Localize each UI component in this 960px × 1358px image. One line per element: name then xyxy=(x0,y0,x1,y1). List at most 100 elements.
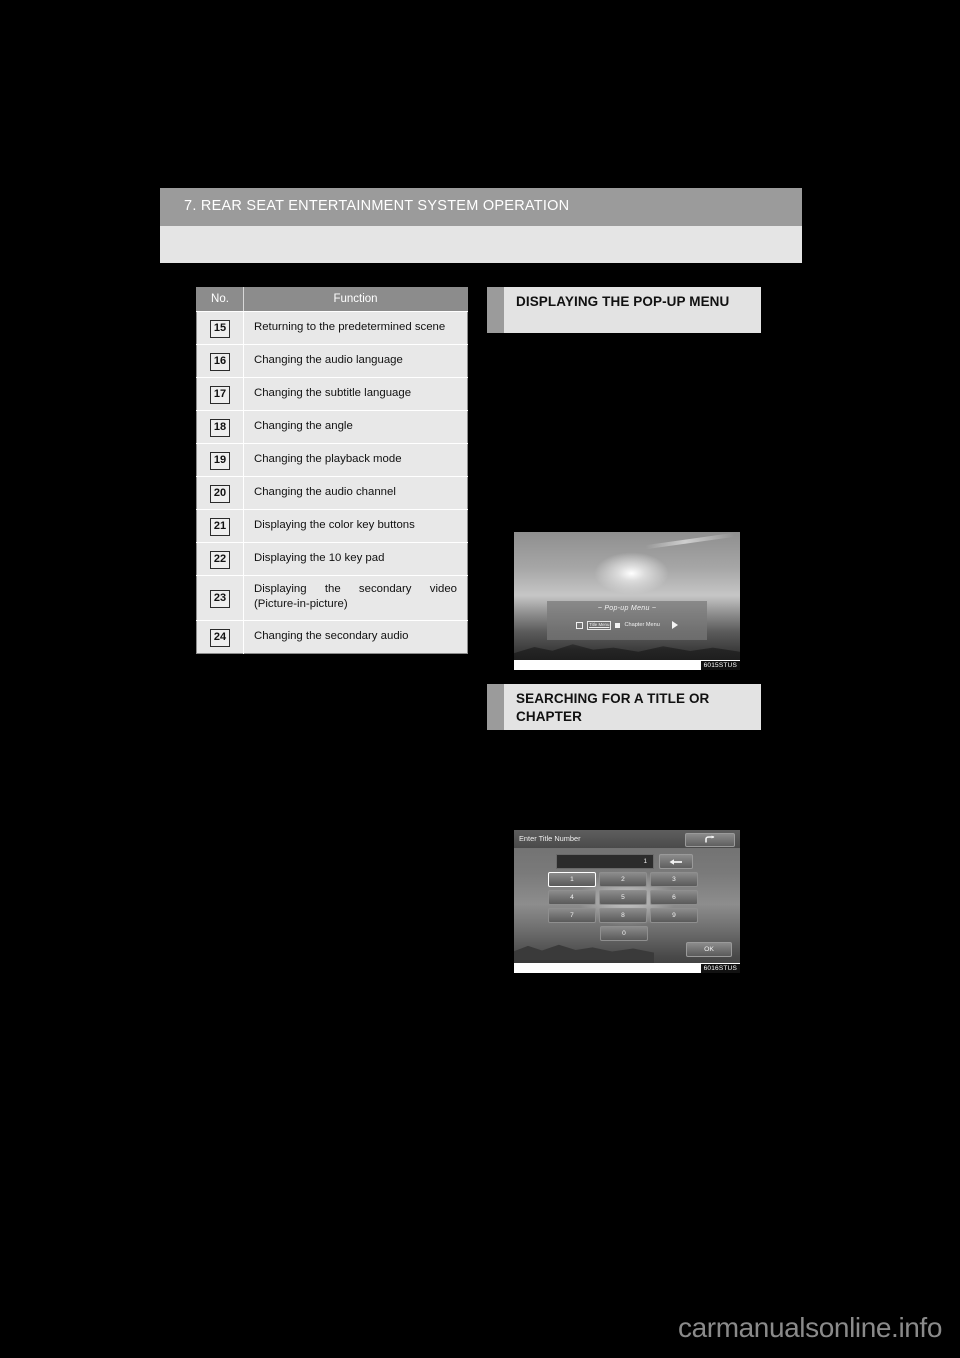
number-badge: 23 xyxy=(210,589,230,608)
row-function-cell: Changing the audio language xyxy=(243,344,468,378)
keypad-key-1[interactable]: 1 xyxy=(548,872,596,887)
column-header-no: No. xyxy=(196,287,244,312)
page-title: 7. REAR SEAT ENTERTAINMENT SYSTEM OPERAT… xyxy=(184,198,570,214)
figure-caption: 6016STUS xyxy=(700,963,740,973)
subheader-bar xyxy=(160,226,802,263)
number-badge: 19 xyxy=(210,452,230,470)
section-accent-bar xyxy=(487,684,504,730)
key-label: 7 xyxy=(570,911,574,919)
popup-menu-options: Title Menu Chapter Menu xyxy=(547,621,707,630)
checkbox-empty-icon[interactable] xyxy=(576,621,584,629)
section-accent-bar xyxy=(487,287,504,333)
row-number-cell: 22 xyxy=(196,542,244,576)
screen-title: Enter Title Number xyxy=(519,834,581,843)
row-number-cell: 20 xyxy=(196,476,244,510)
key-label: 5 xyxy=(621,893,625,901)
row-number-cell: 18 xyxy=(196,410,244,444)
back-button[interactable] xyxy=(685,832,735,847)
function-table: No. Function 15 Returning to the predete… xyxy=(196,287,468,654)
key-label: 1 xyxy=(570,875,574,883)
keypad-key-6[interactable]: 6 xyxy=(650,890,698,905)
row-function-cell: Displaying the 10 key pad xyxy=(243,542,468,576)
table-row: 18 Changing the angle xyxy=(196,410,468,444)
number-badge: 24 xyxy=(210,628,230,647)
key-label: 0 xyxy=(622,929,626,937)
row-function-cell: Changing the playback mode xyxy=(243,443,468,477)
popup-menu-panel: ~ Pop-up Menu ~ Title Menu Chapter Menu xyxy=(546,601,708,640)
page-sheet: 7. REAR SEAT ENTERTAINMENT SYSTEM OPERAT… xyxy=(0,0,960,1358)
screen-title-bar: Enter Title Number xyxy=(514,830,740,848)
ok-label: OK xyxy=(704,945,714,953)
numeric-keypad: 1 2 3 4 5 6 7 8 9 0 xyxy=(548,872,706,944)
table-row: 21 Displaying the color key buttons xyxy=(196,509,468,543)
popup-menu-title: ~ Pop-up Menu ~ xyxy=(597,605,657,612)
number-badge: 22 xyxy=(210,551,230,569)
keypad-key-8[interactable]: 8 xyxy=(599,908,647,923)
number-badge: 18 xyxy=(210,419,230,437)
table-row: 22 Displaying the 10 key pad xyxy=(196,542,468,576)
title-number-input[interactable]: 1 xyxy=(556,854,654,869)
screen-photo-sunset: ~ Pop-up Menu ~ Title Menu Chapter Menu xyxy=(514,532,740,670)
key-label: 4 xyxy=(570,893,574,901)
chapter-menu-label[interactable]: Chapter Menu xyxy=(624,622,659,628)
keypad-key-9[interactable]: 9 xyxy=(650,908,698,923)
table-row: 20 Changing the audio channel xyxy=(196,476,468,510)
table-row: 19 Changing the playback mode xyxy=(196,443,468,477)
section-heading-text: SEARCHING FOR A TITLE OR CHAPTER xyxy=(516,691,710,724)
section-heading-title-chapter-search: SEARCHING FOR A TITLE OR CHAPTER xyxy=(487,684,761,730)
key-label: 6 xyxy=(672,893,676,901)
number-badge: 16 xyxy=(210,353,230,371)
site-watermark: carmanualsonline.info xyxy=(678,1312,942,1343)
row-function-cell: Changing the secondary audio xyxy=(254,629,409,642)
column-header-function: Function xyxy=(243,287,468,312)
row-number-cell: 17 xyxy=(196,377,244,411)
table-row: 23 Displaying the secondary video (Pictu… xyxy=(196,575,468,621)
number-badge: 20 xyxy=(210,485,230,503)
play-arrow-icon[interactable] xyxy=(671,621,678,630)
keypad-key-3[interactable]: 3 xyxy=(650,872,698,887)
figure-popup-menu-screen: ~ Pop-up Menu ~ Title Menu Chapter Menu … xyxy=(512,530,742,672)
key-label: 3 xyxy=(672,875,676,883)
key-label: 8 xyxy=(621,911,625,919)
ok-button[interactable]: OK xyxy=(686,942,732,957)
cloud-streak xyxy=(645,532,736,550)
row-function-cell: Changing the audio channel xyxy=(243,476,468,510)
row-function-cell: Displaying the secondary video (Picture-… xyxy=(243,575,468,621)
row-number-cell: 24 xyxy=(196,620,244,654)
key-label: 2 xyxy=(621,875,625,883)
number-badge: 15 xyxy=(210,320,230,338)
table-header-row: No. Function xyxy=(196,287,468,312)
number-badge: 21 xyxy=(210,518,230,536)
section-heading-popup-menu: DISPLAYING THE POP-UP MENU xyxy=(487,287,761,333)
backspace-button[interactable] xyxy=(659,854,693,869)
row-function-cell: Changing the subtitle language xyxy=(243,377,468,411)
row-number-cell: 16 xyxy=(196,344,244,378)
key-label: 9 xyxy=(672,911,676,919)
keypad-key-0[interactable]: 0 xyxy=(600,926,648,941)
checkbox-filled-icon[interactable] xyxy=(615,622,621,628)
table-row: 24 Changing the secondary audio xyxy=(196,620,468,654)
keypad-key-5[interactable]: 5 xyxy=(599,890,647,905)
keypad-key-7[interactable]: 7 xyxy=(548,908,596,923)
row-number-cell: 21 xyxy=(196,509,244,543)
row-number-cell: 15 xyxy=(196,311,244,345)
chapter-header-bar: 7. REAR SEAT ENTERTAINMENT SYSTEM OPERAT… xyxy=(160,188,802,226)
table-row: 16 Changing the audio language xyxy=(196,344,468,378)
row-number-cell: 19 xyxy=(196,443,244,477)
row-function-cell: Displaying the color key buttons xyxy=(243,509,468,543)
title-menu-label[interactable]: Title Menu xyxy=(587,621,612,630)
row-function-cell: Changing the angle xyxy=(243,410,468,444)
row-number-cell: 23 xyxy=(196,575,244,621)
row-function-cell: Returning to the predetermined scene xyxy=(243,311,468,345)
table-row: 17 Changing the subtitle language xyxy=(196,377,468,411)
figure-caption: 6015STUS xyxy=(700,660,740,670)
back-arrow-icon xyxy=(705,835,715,842)
section-heading-text: DISPLAYING THE POP-UP MENU xyxy=(516,294,730,309)
table-row: 15 Returning to the predetermined scene xyxy=(196,311,468,345)
keypad-key-2[interactable]: 2 xyxy=(599,872,647,887)
backspace-arrow-icon xyxy=(669,858,682,865)
title-number-value: 1 xyxy=(643,858,647,865)
keypad-key-4[interactable]: 4 xyxy=(548,890,596,905)
figure-enter-title-number-screen: Enter Title Number 1 1 2 3 4 5 6 7 8 9 0… xyxy=(512,828,742,975)
number-badge: 17 xyxy=(210,386,230,404)
